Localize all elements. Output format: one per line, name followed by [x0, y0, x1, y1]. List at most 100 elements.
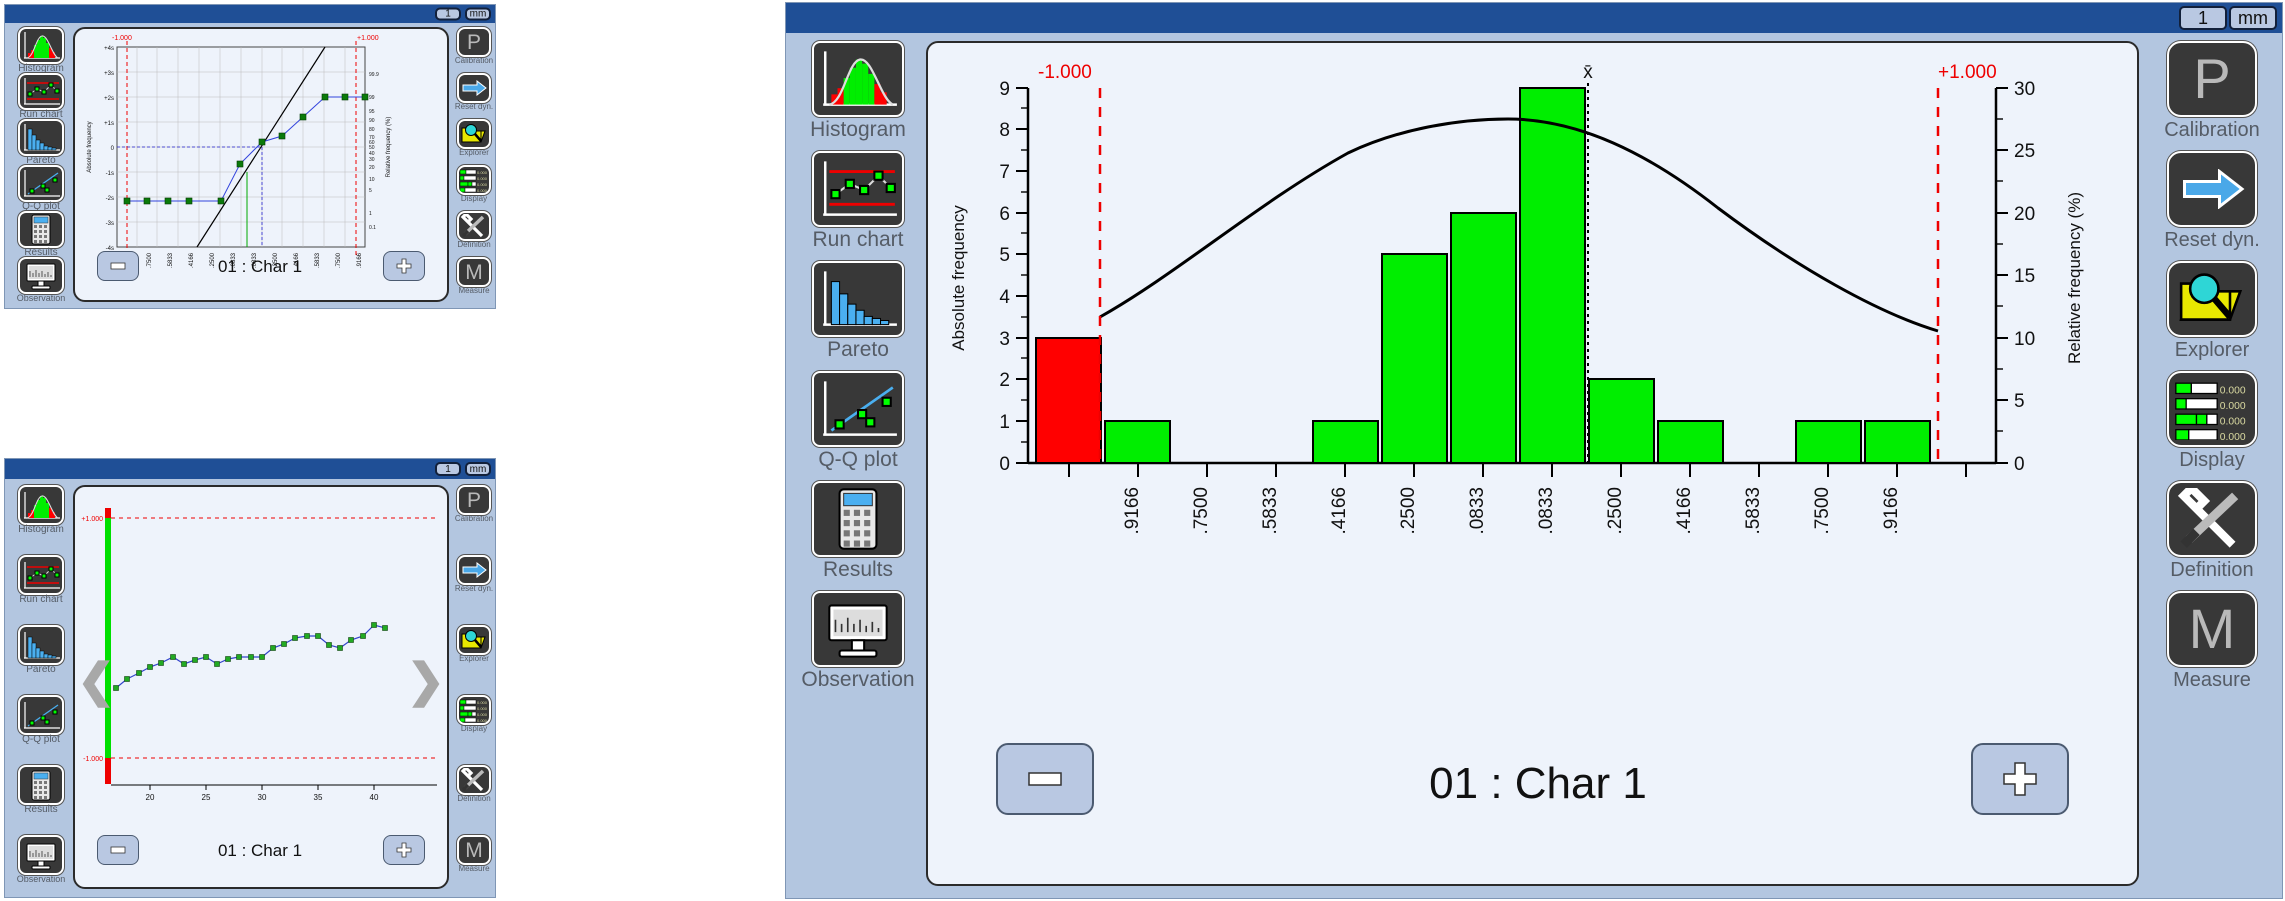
sidebar-item-observation[interactable]: Observation	[799, 591, 917, 691]
svg-text:+1s: +1s	[104, 121, 114, 127]
sidebar-item-label: Reset dyn.	[2164, 229, 2260, 251]
sidebar-item-definition[interactable]: Definition	[453, 211, 495, 249]
sidebar-item-reset-dyn[interactable]: Reset dyn.	[2149, 151, 2275, 251]
svg-text:0: 0	[111, 146, 115, 152]
sidebar-item-results[interactable]: Results	[13, 765, 69, 816]
minus-icon	[110, 846, 126, 854]
run-chart-panel: 1 mm Histogram Run chart Pareto Q-Q plot…	[4, 458, 496, 898]
sidebar-item-run-chart[interactable]: Run chart	[13, 73, 69, 121]
sidebar-item-measure[interactable]: M Measure	[453, 835, 495, 873]
unit-value-box[interactable]: 1	[2179, 6, 2227, 30]
decrement-characteristic-button[interactable]	[97, 835, 139, 865]
sidebar-item-label: Run chart	[812, 228, 904, 251]
sidebar-item-label: Measure	[458, 864, 490, 873]
sidebar-item-label: Explorer	[459, 654, 489, 663]
sidebar-item-reset-dyn[interactable]: Reset dyn.	[453, 73, 495, 111]
sidebar-item-reset-dyn[interactable]: Reset dyn.	[453, 555, 495, 593]
sidebar-item-qq-plot[interactable]: Q-Q plot	[13, 695, 69, 746]
qq-chart-title: 01 : Char 1	[217, 257, 303, 276]
sidebar-item-qq-plot[interactable]: Q-Q plot	[13, 165, 69, 213]
svg-text:20: 20	[2014, 204, 2035, 225]
sidebar-item-definition[interactable]: Definition	[2149, 481, 2275, 581]
svg-text:5: 5	[2014, 391, 2025, 412]
svg-text:.0833: .0833	[1467, 487, 1488, 535]
calculator-icon	[18, 211, 64, 248]
sidebar-item-results[interactable]: Results	[799, 481, 917, 581]
sidebar-item-measure[interactable]: M Measure	[2149, 591, 2275, 691]
svg-text:0.000: 0.000	[2220, 401, 2246, 412]
sidebar-item-pareto[interactable]: Pareto	[13, 119, 69, 167]
sidebar-item-run-chart[interactable]: Run chart	[799, 151, 917, 251]
sidebar-item-observation[interactable]: Observation	[13, 257, 69, 303]
sidebar-item-measure[interactable]: M Measure	[453, 257, 495, 295]
increment-characteristic-button[interactable]	[383, 835, 425, 865]
sidebar-item-label: Reset dyn.	[454, 102, 494, 111]
sidebar-item-calibration[interactable]: P Calibration	[453, 27, 495, 65]
svg-text:10: 10	[369, 177, 375, 183]
sidebar-item-histogram[interactable]: Histogram	[13, 485, 69, 536]
decrement-characteristic-button[interactable]	[97, 251, 139, 281]
sidebar-item-explorer[interactable]: Explorer	[453, 119, 495, 157]
sidebar-item-pareto[interactable]: Pareto	[13, 625, 69, 676]
unit-value-box[interactable]: 1	[435, 462, 461, 476]
sidebar-item-observation[interactable]: Observation	[13, 835, 69, 884]
next-page-arrow[interactable]: ❯	[406, 657, 445, 703]
sidebar-item-display[interactable]: 0.000 0.000 0.000 0.000 Display	[2149, 371, 2275, 471]
unit-label-box: mm	[2229, 6, 2277, 30]
unit-value-box[interactable]: 1	[435, 7, 461, 21]
sidebar-item-definition[interactable]: Definition	[453, 765, 495, 803]
pareto-icon	[18, 119, 64, 156]
histogram-bar	[1450, 212, 1517, 464]
letter-m-icon: M	[457, 257, 491, 287]
decrement-characteristic-button[interactable]	[996, 743, 1094, 815]
svg-text:.2500: .2500	[1398, 487, 1419, 535]
svg-text:0: 0	[999, 454, 1010, 475]
sidebar-item-label: Definition	[457, 794, 491, 803]
histogram-chart-area: -1.000 x̄ +1.000 9 8 7 6 5 4 3 2 1 0 Abs…	[926, 41, 2139, 886]
svg-text:15: 15	[2014, 266, 2035, 287]
qq-panel-titlebar: 1 mm	[5, 5, 495, 23]
increment-characteristic-button[interactable]	[1971, 743, 2069, 815]
run-chart-svg: +1.000 -1.000 20 25 30 35 40	[81, 508, 437, 802]
runchart-icon	[812, 151, 904, 227]
letter-m-icon: M	[457, 835, 491, 865]
svg-text:-1s: -1s	[106, 171, 114, 177]
minus-icon	[1028, 772, 1062, 786]
sidebar-item-label: Measure	[2173, 669, 2251, 691]
svg-text:8: 8	[999, 120, 1010, 141]
sidebar-item-histogram[interactable]: Histogram	[13, 27, 69, 75]
histogram-icon	[18, 485, 64, 525]
sidebar-item-explorer[interactable]: Explorer	[453, 625, 495, 663]
qq-high-limit-label: +1.000	[357, 35, 379, 42]
previous-page-arrow[interactable]: ❮	[77, 657, 116, 703]
hist-high-limit-label: +1.000	[1938, 62, 1997, 83]
svg-text:0.000: 0.000	[477, 706, 488, 711]
qq-plot-panel: 1 mm Histogram Run chart Pareto Q-Q plot…	[4, 4, 496, 309]
svg-text:1: 1	[369, 211, 372, 217]
sidebar-item-histogram[interactable]: Histogram	[799, 41, 917, 141]
sidebar-item-calibration[interactable]: P Calibration	[453, 485, 495, 523]
svg-text:+3s: +3s	[104, 71, 114, 77]
sidebar-item-qq-plot[interactable]: Q-Q plot	[799, 371, 917, 471]
svg-text:90: 90	[369, 118, 375, 124]
sidebar-item-label: Display	[460, 194, 488, 203]
run-chart-area: +1.000 -1.000 20 25 30 35 40 ❮ ❯ 01: Ch…	[73, 485, 449, 889]
svg-text:30: 30	[258, 793, 267, 802]
plus-icon	[396, 258, 412, 274]
sidebar-item-label: Run chart	[19, 594, 63, 605]
sidebar-item-label: Display	[460, 724, 488, 733]
sidebar-item-display[interactable]: 0.000 0.000 0.000 0.000 Display	[453, 695, 495, 733]
sidebar-item-label: Observation	[801, 668, 915, 691]
monitor-icon	[812, 591, 904, 667]
sidebar-item-run-chart[interactable]: Run chart	[13, 555, 69, 606]
sidebar-item-pareto[interactable]: Pareto	[799, 261, 917, 361]
sidebar-item-explorer[interactable]: Explorer	[2149, 261, 2275, 361]
sidebar-item-display[interactable]: 0.000 0.000 0.000 0.000 Display	[453, 165, 495, 203]
sidebar-item-calibration[interactable]: P Calibration	[2149, 41, 2275, 141]
svg-text:9: 9	[999, 79, 1010, 100]
sidebar-item-results[interactable]: Results	[13, 211, 69, 259]
histogram-bar	[1104, 420, 1171, 464]
svg-text:5: 5	[369, 188, 372, 194]
svg-text:0.000: 0.000	[2220, 432, 2246, 440]
increment-characteristic-button[interactable]	[383, 251, 425, 281]
